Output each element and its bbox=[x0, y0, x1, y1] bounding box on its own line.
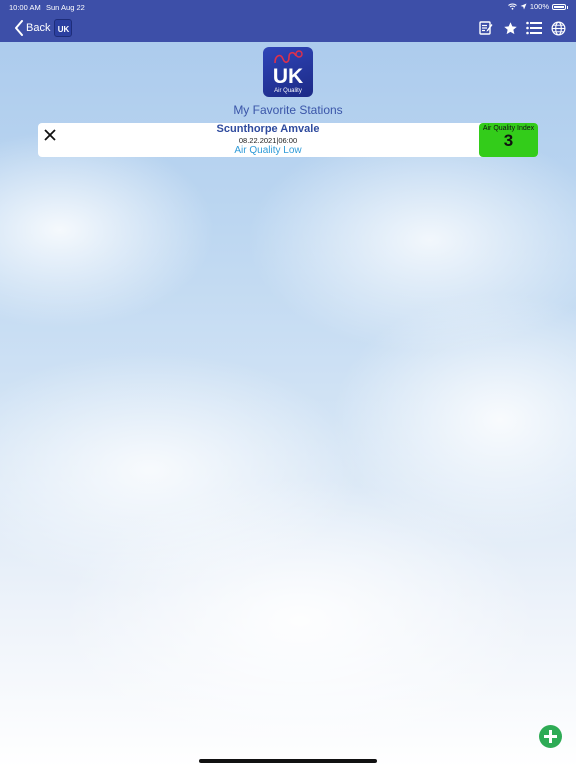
station-timestamp: 08.22.2021|06:00 bbox=[238, 136, 298, 145]
aqi-value: 3 bbox=[503, 131, 514, 150]
app-logo-small: UK bbox=[54, 19, 73, 37]
status-date: Sun Aug 22 bbox=[46, 3, 85, 12]
app-logo: UK Air Quality bbox=[263, 47, 313, 97]
navigation-bar: 10:00 AM Sun Aug 22 100% Back UK bbox=[0, 0, 576, 42]
status-right: 100% bbox=[507, 2, 568, 11]
status-bar: 10:00 AM Sun Aug 22 100% bbox=[0, 0, 576, 14]
nav-actions bbox=[478, 20, 566, 36]
globe-icon[interactable] bbox=[550, 20, 566, 36]
battery-icon bbox=[552, 3, 568, 10]
station-name: Scunthorpe Amvale bbox=[216, 123, 320, 135]
aqi-badge: Air Quality Index 3 bbox=[479, 123, 538, 157]
location-icon bbox=[520, 3, 527, 10]
back-label: Back bbox=[26, 22, 51, 34]
home-indicator bbox=[199, 759, 377, 763]
logo-title: UK bbox=[272, 65, 304, 88]
add-station-button[interactable] bbox=[539, 725, 562, 748]
page-title: My Favorite Stations bbox=[233, 103, 343, 117]
star-icon[interactable] bbox=[502, 20, 518, 36]
station-quality: Air Quality Low bbox=[234, 145, 302, 156]
back-button[interactable]: Back UK bbox=[14, 17, 73, 39]
logo-subtitle: Air Quality bbox=[274, 88, 302, 94]
list-icon[interactable] bbox=[526, 20, 542, 36]
station-card[interactable]: Scunthorpe Amvale 08.22.2021|06:00 Air Q… bbox=[38, 123, 538, 157]
status-time: 10:00 AM bbox=[9, 3, 41, 12]
chevron-left-icon bbox=[15, 20, 23, 36]
wifi-icon bbox=[507, 3, 517, 10]
battery-percent: 100% bbox=[529, 2, 549, 11]
notes-icon[interactable] bbox=[478, 20, 494, 36]
